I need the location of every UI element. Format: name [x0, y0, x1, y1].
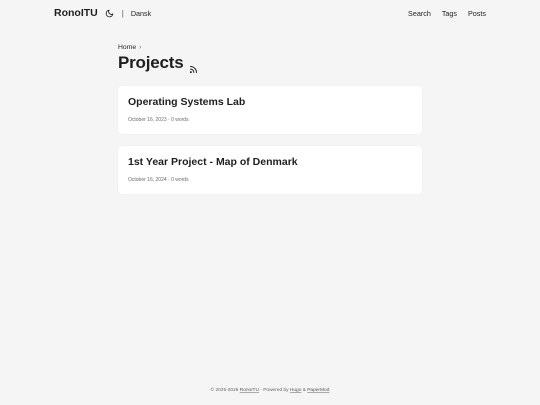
- footer-copyright: © 2025-2026: [210, 388, 240, 393]
- main-nav: Search Tags Posts: [408, 9, 486, 18]
- page-title: Projects: [118, 53, 184, 72]
- main-content: Home › Projects Operating Systems Lab Oc…: [118, 44, 422, 194]
- breadcrumb: Home ›: [118, 44, 422, 51]
- footer-theme-link[interactable]: PaperMod: [307, 388, 329, 393]
- rss-icon[interactable]: [189, 61, 198, 74]
- footer-powered-by: · Powered by: [258, 388, 290, 393]
- breadcrumb-home[interactable]: Home: [118, 44, 136, 51]
- site-footer: © 2025-2026 RonoITU · Powered by Hugo & …: [0, 388, 540, 393]
- post-meta: October 16, 2023 · 0 words: [128, 117, 189, 123]
- footer-site-link[interactable]: RonoITU: [240, 388, 259, 393]
- page: RonoITU | Dansk Search Tags Posts Home ›…: [0, 0, 540, 405]
- footer-hugo-link[interactable]: Hugo: [290, 388, 301, 393]
- language-link[interactable]: Dansk: [131, 9, 151, 18]
- moon-icon[interactable]: [105, 8, 115, 18]
- header-left: RonoITU | Dansk: [54, 7, 151, 19]
- nav-posts[interactable]: Posts: [468, 9, 486, 18]
- breadcrumb-chevron: ›: [139, 44, 142, 51]
- title-row: Projects: [118, 53, 422, 74]
- nav-search[interactable]: Search: [408, 9, 431, 18]
- header-separator: |: [121, 8, 124, 18]
- post-title: 1st Year Project - Map of Denmark: [128, 156, 298, 168]
- site-header: RonoITU | Dansk Search Tags Posts: [0, 0, 540, 26]
- post-title: Operating Systems Lab: [128, 96, 246, 108]
- post-card[interactable]: Operating Systems Lab October 16, 2023 ·…: [118, 86, 422, 134]
- nav-tags[interactable]: Tags: [442, 9, 457, 18]
- post-meta: October 16, 2024 · 0 words: [128, 177, 189, 183]
- site-logo[interactable]: RonoITU: [54, 7, 98, 19]
- post-card[interactable]: 1st Year Project - Map of Denmark Octobe…: [118, 146, 422, 194]
